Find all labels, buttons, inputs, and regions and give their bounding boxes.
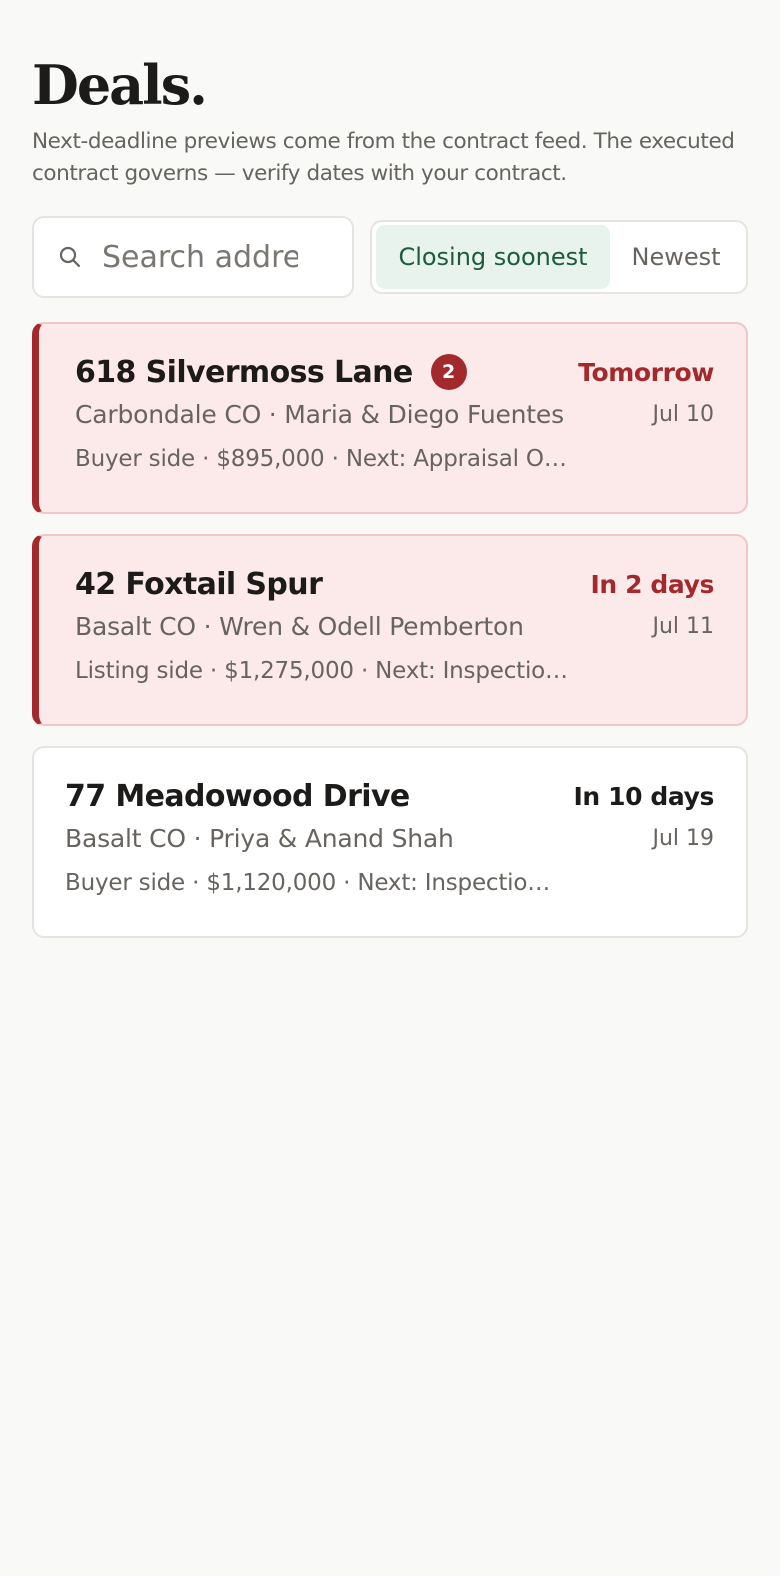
- page-subtitle: Next-deadline previews come from the con…: [32, 129, 735, 186]
- deal-address: 42 Foxtail Spur: [75, 566, 323, 602]
- deal-address: 77 Meadowood Drive: [65, 778, 410, 814]
- deal-card[interactable]: 77 Meadowood Drive In 10 days Basalt CO …: [32, 746, 748, 938]
- deal-meta: Buyer side · $1,120,000 · Next: Inspecti…: [65, 870, 563, 896]
- deal-meta: Buyer side · $895,000 · Next: Appraisal …: [75, 446, 573, 472]
- alert-count-badge: 2: [430, 354, 467, 390]
- deal-address: 618 Silvermoss Lane: [75, 354, 413, 390]
- deal-due-label: Tomorrow: [578, 357, 714, 387]
- controls-bar: Closing soonest Newest: [32, 216, 748, 298]
- deal-card[interactable]: 618 Silvermoss Lane 2 Tomorrow Carbondal…: [32, 322, 748, 514]
- deal-due-date: Jul 10: [652, 401, 714, 427]
- deal-due-date: Jul 11: [652, 613, 714, 639]
- deal-due-date: Jul 19: [652, 825, 714, 851]
- deal-location-clients: Basalt CO · Wren & Odell Pemberton: [75, 611, 524, 641]
- deal-due-label: In 2 days: [590, 569, 715, 599]
- search-icon: [59, 246, 81, 268]
- deal-meta: Listing side · $1,275,000 · Next: Inspec…: [75, 658, 573, 684]
- deal-location-clients: Carbondale CO · Maria & Diego Fuentes: [75, 399, 564, 429]
- deal-card[interactable]: 42 Foxtail Spur In 2 days Basalt CO · Wr…: [32, 534, 748, 726]
- deal-due-label: In 10 days: [573, 781, 715, 811]
- sort-option-closing-soonest[interactable]: Closing soonest: [376, 225, 610, 289]
- sort-toggle: Closing soonest Newest: [370, 220, 748, 294]
- deal-location-clients: Basalt CO · Priya & Anand Shah: [65, 823, 454, 853]
- sort-option-newest[interactable]: Newest: [610, 225, 742, 289]
- page-title: Deals.: [32, 53, 208, 117]
- deals-list: 618 Silvermoss Lane 2 Tomorrow Carbondal…: [32, 322, 748, 938]
- search-input[interactable]: [102, 239, 298, 275]
- search-box[interactable]: [32, 216, 354, 298]
- deals-page: Deals. Next-deadline previews come from …: [0, 0, 780, 938]
